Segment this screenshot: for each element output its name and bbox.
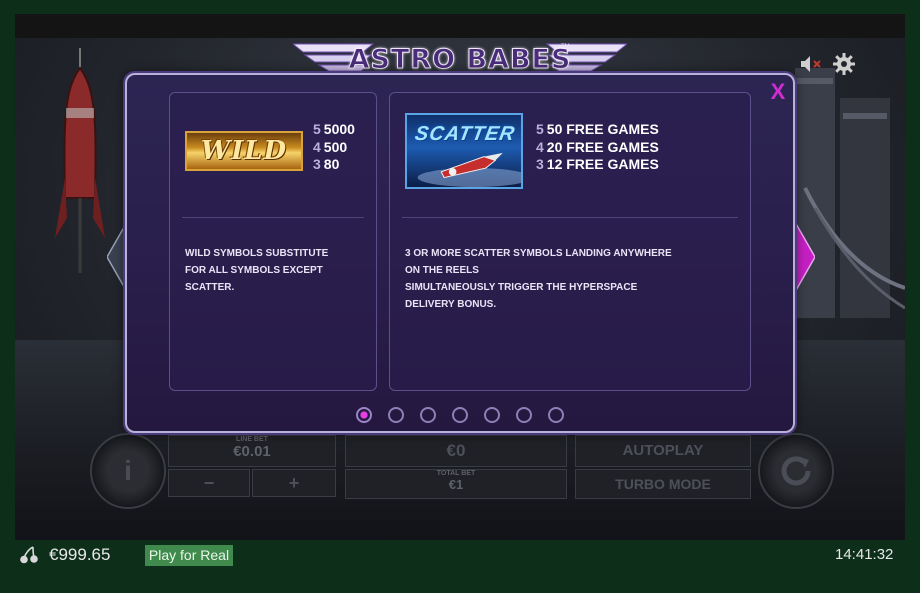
info-label: i: [124, 455, 132, 486]
line-bet-label: LINE BET: [236, 436, 268, 443]
pay-row: 5 5000: [313, 121, 355, 139]
turbo-mode-button[interactable]: TURBO MODE: [575, 469, 751, 499]
clock: 14:41:32: [835, 546, 894, 563]
total-bet-label: TOTAL BET: [436, 470, 476, 477]
pay-count: 3: [536, 156, 544, 172]
wild-symbol-text: WILD: [200, 136, 288, 166]
pay-count: 5: [536, 121, 544, 137]
bottom-bar: [0, 540, 920, 569]
balance-display: €999.65: [49, 545, 111, 564]
cherry-icon: [20, 546, 38, 564]
previous-page-arrow[interactable]: [107, 222, 127, 292]
page-dot[interactable]: [420, 407, 436, 423]
scatter-panel: SCATTER 5 50 FREE GAMES 4 20 FREE GAMES 31…: [389, 92, 751, 391]
page-dot[interactable]: [516, 407, 532, 423]
panel-divider: [402, 217, 738, 218]
total-bet-value: €1: [448, 477, 464, 492]
pay-value: 5000: [323, 121, 355, 137]
control-panel: i LINE BET €0.01 − + €0 TOTAL BET €1 AUT…: [90, 433, 834, 509]
pay-count: 3: [313, 156, 321, 172]
total-bet-display: TOTAL BET €1: [345, 469, 567, 499]
pay-row: 3 12 FREE GAMES: [536, 156, 659, 174]
page-dot[interactable]: [356, 407, 372, 423]
pay-count: 4: [536, 138, 544, 155]
top-bar: [15, 14, 905, 38]
line-bet-display: LINE BET €0.01: [168, 435, 336, 467]
rocket-icon: [417, 152, 521, 187]
pay-value: 80: [323, 156, 340, 172]
minus-button[interactable]: −: [168, 469, 250, 497]
info-button[interactable]: i: [90, 433, 166, 509]
page-dot[interactable]: [388, 407, 404, 423]
page-indicator: [356, 407, 566, 423]
wild-pays: 5 5000 4 500 3 80: [313, 121, 355, 174]
pay-value: 500: [323, 138, 348, 155]
spin-button[interactable]: [758, 433, 834, 509]
wild-panel: WILD 5 5000 4 500 3 80 WILD SYMBOLS SUBSTIT…: [169, 92, 377, 391]
rocket-scenery: [55, 48, 105, 273]
plus-button[interactable]: +: [252, 469, 336, 497]
pay-count: 4: [313, 138, 321, 155]
paytable-modal: X WILD 5 5000 4 500 3 80 WILD SYMBOLS SUBST…: [125, 73, 795, 433]
autoplay-button[interactable]: AUTOPLAY: [575, 435, 751, 467]
gear-icon[interactable]: [833, 53, 855, 75]
pay-count: 5: [313, 121, 321, 137]
win-display: €0: [345, 435, 567, 467]
pay-row: 3 80: [313, 156, 355, 174]
wild-description: WILD SYMBOLS SUBSTITUTE FOR ALL SYMBOLS …: [185, 248, 329, 293]
scatter-description: 3 OR MORE SCATTER SYMBOLS LANDING ANYWHE…: [405, 248, 672, 310]
pay-value: 50 FREE GAMES: [546, 121, 659, 137]
page-dot[interactable]: [548, 407, 564, 423]
page-dot[interactable]: [484, 407, 500, 423]
spin-icon: [781, 456, 811, 486]
play-for-real-button[interactable]: Play for Real: [145, 545, 233, 566]
logo-trademark: TM: [561, 44, 570, 50]
city-scenery: [795, 68, 905, 318]
pay-value: 20 FREE GAMES: [546, 138, 659, 155]
wild-symbol: WILD: [185, 131, 303, 171]
pay-row: 4 500: [313, 139, 355, 157]
logo-title: ASTRO BABES: [348, 44, 572, 76]
speaker-muted-icon[interactable]: [799, 54, 823, 74]
page-dot[interactable]: [452, 407, 468, 423]
line-bet-value: €0.01: [233, 443, 271, 460]
next-page-arrow[interactable]: [795, 222, 815, 292]
pay-row: 5 50 FREE GAMES: [536, 121, 659, 139]
pay-row: 4 20 FREE GAMES: [536, 139, 659, 157]
close-button[interactable]: X: [767, 81, 789, 103]
scatter-symbol: SCATTER: [405, 113, 523, 189]
pay-value: 12 FREE GAMES: [546, 156, 659, 172]
scatter-pays: 5 50 FREE GAMES 4 20 FREE GAMES 3 12 FREE G…: [536, 121, 659, 174]
panel-divider: [182, 217, 364, 218]
